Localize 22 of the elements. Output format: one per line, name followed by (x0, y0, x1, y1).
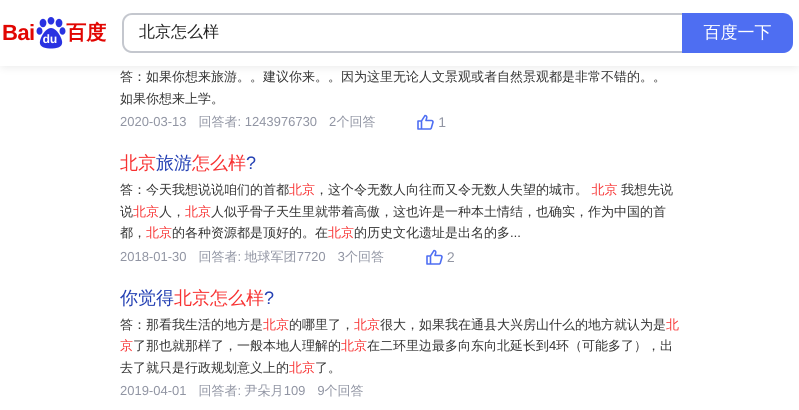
thumbs-up-icon (417, 114, 434, 130)
answer-count: 3个回答 (338, 248, 384, 266)
answer-count: 9个回答 (317, 382, 364, 400)
result-title-link[interactable]: 北京旅游怎么样? (120, 151, 256, 175)
search-button[interactable]: 百度一下 (682, 13, 793, 53)
search-field[interactable]: 北京怎么样 (122, 13, 682, 53)
date-text: 2019-04-01 (120, 382, 186, 400)
answerer-text: 回答者: 地球军团7720 (198, 248, 326, 266)
logo-text: 百度 (66, 23, 107, 43)
answer-snippet: 答：今天我想说说咱们的首都北京，这个令无数人向往而又令无数人失望的城市。 北京 我想先说 说北京人，北京人似乎骨子天生里就带着高傲，这也许是一种本土情结，也确实，作为中国的首 都，北京的各种资源都是顶好的。在北京的历史文化遗址是出名的多... (120, 181, 674, 242)
answerer-text: 回答者: 1243976730 (198, 113, 318, 131)
logo-text: Bai (2, 22, 35, 44)
paw-icon (36, 17, 66, 49)
date-text: 2020-03-13 (120, 113, 186, 131)
answer-snippet: 答：那看我生活的地方是北京的哪里了，北京很大，如果我在通县大兴房山什么的地方就认为是北 京了那也就那样了，一般本地人理解的北京在二环里边最多向东向北延长到4环（可能多了），出 去了就只是行政规划意义上的北京了。 (120, 316, 679, 376)
result-title-link[interactable]: 你觉得北京怎么样? (120, 286, 274, 310)
thumbs-up-icon (426, 248, 443, 264)
date-text: 2018-01-30 (120, 248, 186, 266)
answerer-text: 回答者: 尹朵月109 (198, 382, 306, 400)
answer-snippet: 答：如果你想来旅游。。建议你来。。因为这里无论人文景观或者自然景观都是非常不错的。。 如果你想来上学。 (120, 68, 666, 108)
logo-text: du (42, 33, 58, 45)
answer-count: 2个回答 (329, 113, 376, 131)
